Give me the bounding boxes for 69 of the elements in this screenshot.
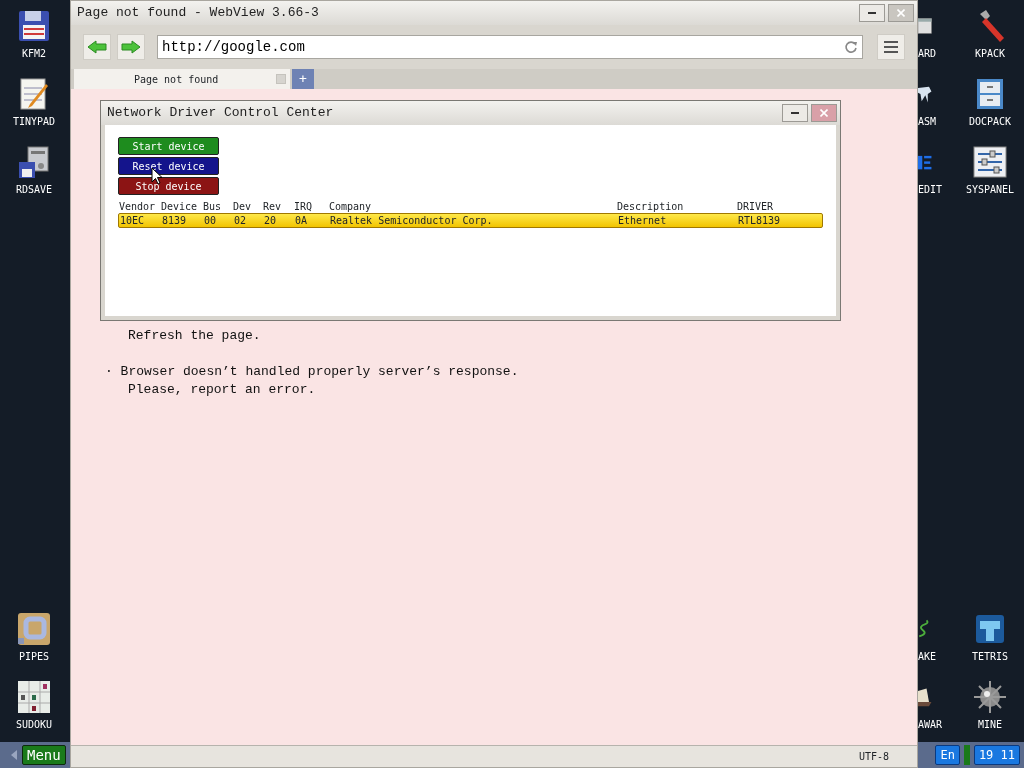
floppy-icon[interactable] (16, 8, 52, 44)
icon-label[interactable]: AWAR (918, 719, 943, 731)
table-cell-text: 02 (233, 214, 248, 227)
icon-label[interactable]: KPACK (974, 48, 1006, 60)
table-cell-text: 20 (263, 214, 278, 227)
column-header: Dev (233, 201, 253, 213)
icon-label[interactable]: TINYPAD (12, 116, 56, 128)
icon-label[interactable]: RDSAVE (15, 184, 53, 196)
menu-button[interactable]: Menu (22, 745, 66, 765)
column-header: Rev (263, 201, 283, 213)
device-button[interactable]: Stop device (118, 177, 219, 195)
page-text: Please, report an error. (127, 381, 317, 399)
table-cell-text: 10EC (119, 214, 146, 227)
menu-button[interactable] (877, 34, 905, 60)
forward-button[interactable] (117, 34, 145, 60)
device-button[interactable]: Start device (118, 137, 219, 155)
icon-label[interactable]: DOCPACK (968, 116, 1012, 128)
device-row[interactable]: 10EC 8139 00 02 20 0A Realtek Semiconductor Corp. Ethernet RTL8139 (118, 213, 823, 228)
page-text: · Browser doesn’t handled properly server’s response. (104, 363, 520, 381)
close-icon (820, 109, 828, 117)
page-text: Refresh the page. (127, 327, 262, 345)
column-header: Description (617, 201, 685, 213)
reload-icon[interactable] (844, 40, 858, 54)
indicator-icon (963, 745, 970, 765)
window-title: Network Driver Control Center (107, 104, 335, 123)
table-cell-text: Ethernet (617, 214, 668, 227)
icon-label[interactable]: SYSPANEL (965, 184, 1015, 196)
icon-label[interactable]: ASM (918, 116, 937, 128)
clock[interactable]: 19 11 (973, 745, 1020, 765)
column-header: IRQ (294, 201, 314, 213)
icon-label[interactable]: SUDOKU (15, 719, 53, 731)
table-cell-text: 8139 (161, 214, 188, 227)
close-icon (897, 9, 905, 17)
column-header: DRIVER (737, 201, 775, 213)
menu-icon (883, 40, 899, 54)
icon-label[interactable]: KFM2 (21, 48, 47, 60)
table-cell-text: RTL8139 (737, 214, 782, 227)
address-field[interactable]: http://google.com (157, 35, 863, 59)
encoding-label: UTF-8 (858, 750, 889, 764)
icon-label[interactable]: AKE (918, 651, 937, 663)
arrow-left-icon (87, 40, 107, 54)
icon-label[interactable]: TETRIS (971, 651, 1009, 663)
minimize-button[interactable] (782, 104, 808, 122)
table-cell-text: 00 (203, 214, 218, 227)
grid-icon[interactable] (16, 679, 52, 715)
column-header: Vendor (119, 201, 157, 213)
mine-icon[interactable] (972, 679, 1008, 715)
column-header: Bus (203, 201, 223, 213)
floppy-icon[interactable] (16, 144, 52, 180)
window-title: Page not found - WebView 3.66-3 (77, 4, 320, 23)
column-header: Company (329, 201, 373, 213)
table-cell-text: 0A (294, 214, 309, 227)
table-cell-text: Realtek Semiconductor Corp. (329, 214, 494, 227)
arrow-right-icon (121, 40, 141, 54)
new-tab-button[interactable]: + (292, 69, 314, 89)
back-button[interactable] (83, 34, 111, 60)
sliders-icon[interactable] (972, 144, 1008, 180)
tab-label[interactable]: Page not found (134, 71, 219, 87)
browser-tab[interactable]: Page not found (74, 69, 290, 89)
column-header: Device (161, 201, 199, 213)
pipe-icon[interactable] (16, 611, 52, 647)
icon-label[interactable]: MINE (977, 719, 1003, 731)
minimize-button[interactable] (859, 4, 885, 22)
icon-label[interactable]: PIPES (18, 651, 50, 663)
icon-label[interactable]: EDIT (918, 184, 943, 196)
icon-label[interactable]: ARD (918, 48, 937, 60)
minimize-icon (791, 112, 799, 114)
language-button[interactable]: En (935, 745, 960, 765)
minimize-icon (868, 12, 876, 14)
